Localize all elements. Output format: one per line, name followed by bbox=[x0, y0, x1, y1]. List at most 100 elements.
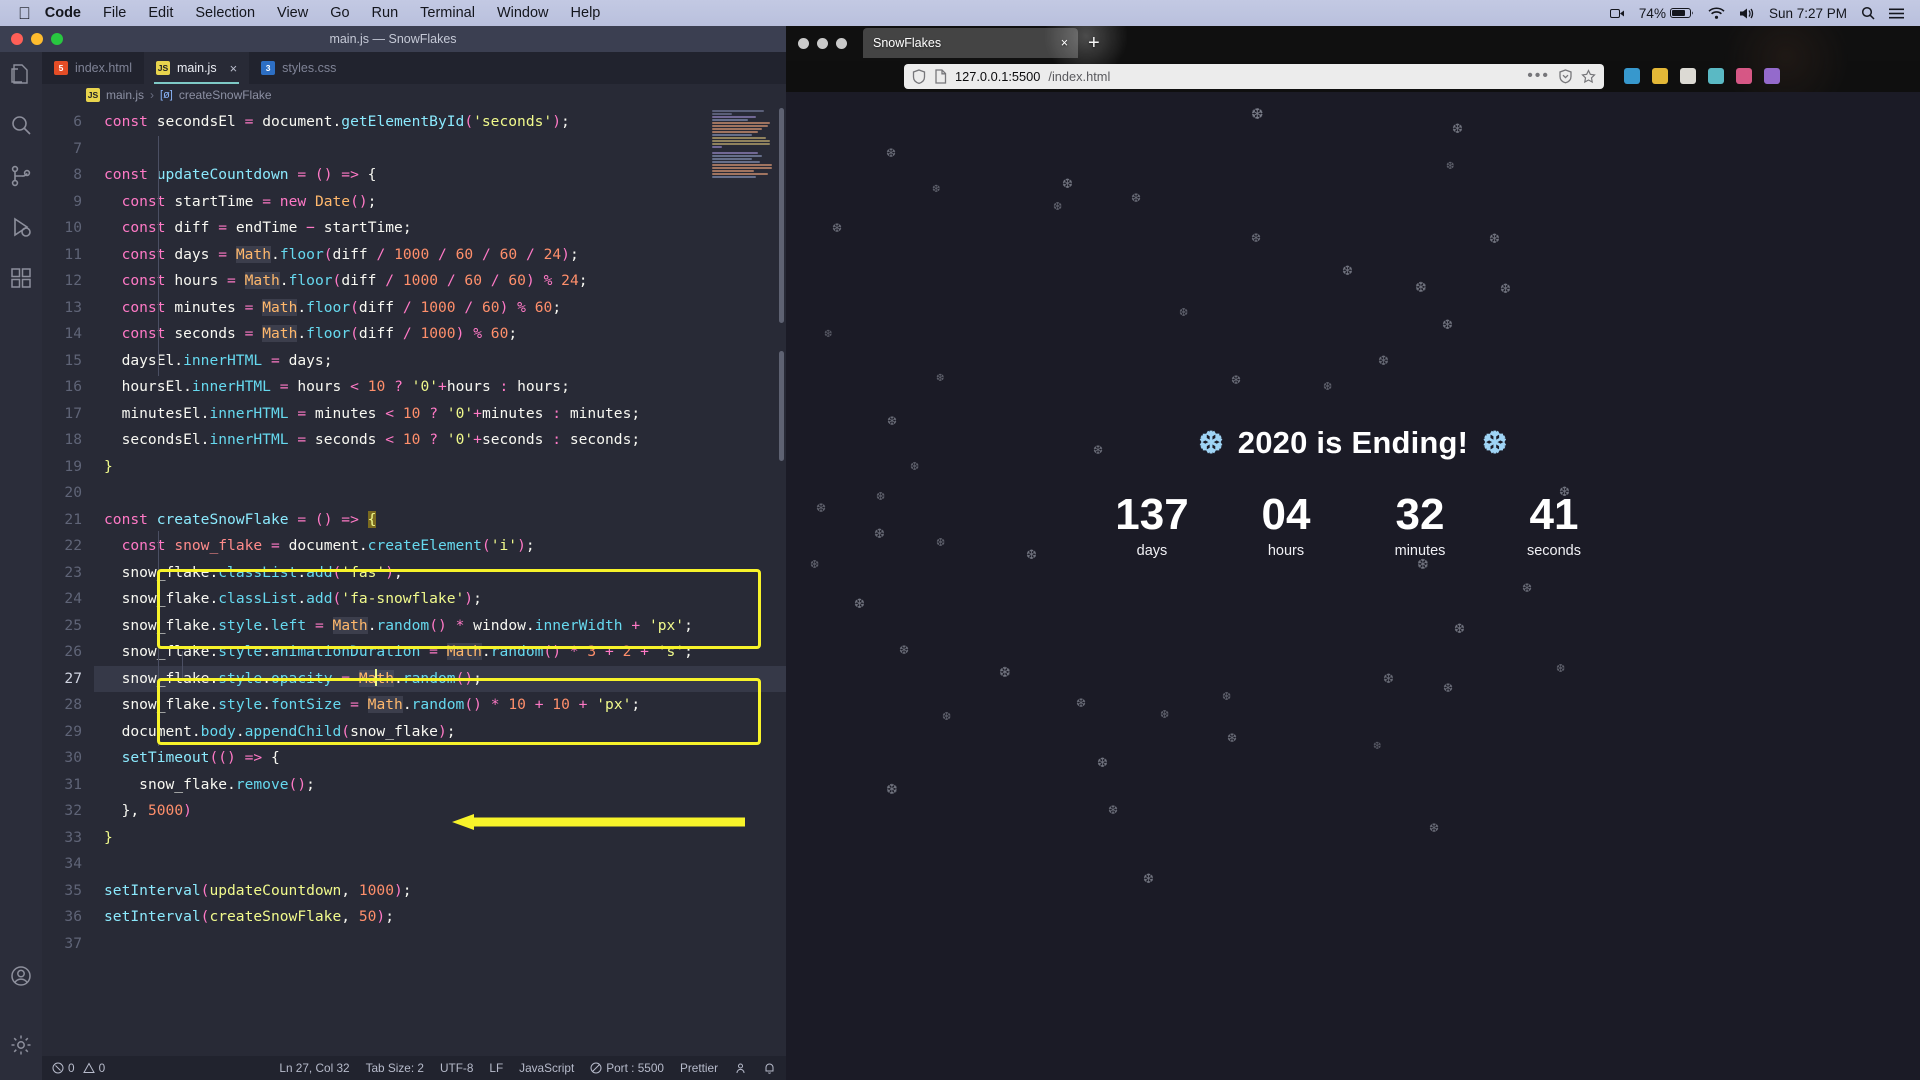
code-line[interactable]: setInterval(updateCountdown, 1000); bbox=[94, 878, 786, 905]
page-actions-icon[interactable]: ••• bbox=[1527, 68, 1550, 83]
code-line[interactable]: snow_flake.style.animationDuration = Mat… bbox=[94, 639, 786, 666]
tab-index-html[interactable]: 5 index.html bbox=[42, 52, 144, 84]
editor-scrollbar-thumb-top[interactable] bbox=[779, 108, 784, 323]
firefox-traffic-lights[interactable] bbox=[786, 37, 847, 49]
code-line[interactable]: const updateCountdown = () => { bbox=[94, 162, 786, 189]
minimap[interactable] bbox=[712, 110, 776, 186]
extension-pink-icon[interactable] bbox=[1736, 68, 1752, 84]
tab-styles-css[interactable]: 3 styles.css bbox=[249, 52, 348, 84]
code-editor[interactable]: 6 7 8 9 10 11 12 13 14 15 16 17 18 19 20 21 22 23 24 25 26 27… bbox=[42, 106, 786, 1056]
snowflake-icon: ❆ bbox=[1556, 663, 1566, 675]
extension-note-icon[interactable] bbox=[1680, 68, 1696, 84]
menu-selection[interactable]: Selection bbox=[195, 5, 255, 21]
menu-edit[interactable]: Edit bbox=[148, 5, 173, 21]
error-count[interactable]: 0 bbox=[52, 1061, 75, 1075]
shield-icon[interactable] bbox=[912, 68, 926, 84]
cursor-position[interactable]: Ln 27, Col 32 bbox=[279, 1061, 349, 1075]
source-control-icon[interactable] bbox=[9, 164, 33, 193]
eol-mode[interactable]: LF bbox=[489, 1061, 503, 1075]
extension-blue-icon[interactable] bbox=[1624, 68, 1640, 84]
breadcrumb-symbol[interactable]: createSnowFlake bbox=[179, 88, 272, 102]
code-line[interactable]: const hours = Math.floor(diff / 1000 / 6… bbox=[94, 268, 786, 295]
code-line[interactable]: setInterval(createSnowFlake, 50); bbox=[94, 904, 786, 931]
code-line[interactable]: daysEl.innerHTML = days; bbox=[94, 348, 786, 375]
close-icon[interactable]: × bbox=[230, 61, 238, 76]
code-line[interactable]: } bbox=[94, 454, 786, 481]
code-line[interactable]: snow_flake.style.opacity = Math.random()… bbox=[94, 665, 786, 692]
close-window-button[interactable] bbox=[798, 37, 809, 49]
run-debug-icon[interactable] bbox=[9, 215, 33, 244]
tab-size[interactable]: Tab Size: 2 bbox=[366, 1061, 424, 1075]
macos-clock[interactable]: Sun 7:27 PM bbox=[1769, 6, 1847, 21]
code-content[interactable]: const secondsEl = document.getElementByI… bbox=[94, 106, 786, 1056]
code-line[interactable]: const snow_flake = document.createElemen… bbox=[94, 533, 786, 560]
live-server-port[interactable]: Port : 5500 bbox=[590, 1061, 664, 1075]
minimize-window-button[interactable] bbox=[817, 37, 828, 49]
menu-terminal[interactable]: Terminal bbox=[420, 5, 475, 21]
spotlight-search-icon[interactable] bbox=[1861, 6, 1875, 20]
close-icon[interactable]: × bbox=[1061, 36, 1068, 50]
code-line[interactable]: const createSnowFlake = () => { bbox=[94, 507, 786, 534]
encoding[interactable]: UTF-8 bbox=[440, 1061, 473, 1075]
reader-pocket-icon[interactable] bbox=[1558, 68, 1573, 84]
code-line[interactable]: snow_flake.classList.add('fa-snowflake')… bbox=[94, 586, 786, 613]
code-line[interactable]: const startTime = new Date(); bbox=[94, 189, 786, 216]
code-line[interactable]: const secondsEl = document.getElementByI… bbox=[94, 109, 786, 136]
browser-tab-snowflakes[interactable]: SnowFlakes × bbox=[863, 28, 1078, 58]
code-line[interactable]: const minutes = Math.floor(diff / 1000 /… bbox=[94, 295, 786, 322]
battery-icon[interactable]: 74% bbox=[1639, 6, 1694, 21]
code-line[interactable]: snow_flake.style.fontSize = Math.random(… bbox=[94, 692, 786, 719]
code-line[interactable] bbox=[94, 136, 786, 163]
editor-scrollbar-thumb-mid[interactable] bbox=[779, 351, 784, 461]
web-page-viewport[interactable]: ❆ ❆ ❆ ❆ ❆ ❆ ❆ ❆ ❆ ❆ ❆ ❆ ❆ ❆ ❆ ❆ ❆ ❆ ❆ ❆ ❆ ❆ ❆ ❆ ❆ ❆ ❆ ❆ ❆ ❆ ❆ ❆ ❆ ❆ ❆ ❆ ❆ ❆ ❆ ❆… bbox=[786, 92, 1920, 1080]
menu-run[interactable]: Run bbox=[372, 5, 399, 21]
wifi-icon[interactable] bbox=[1708, 6, 1725, 20]
maximize-window-button[interactable] bbox=[836, 37, 847, 49]
bookmark-star-icon[interactable] bbox=[1581, 68, 1596, 84]
screen-record-icon[interactable] bbox=[1609, 7, 1625, 20]
control-center-icon[interactable] bbox=[1889, 7, 1904, 20]
language-mode[interactable]: JavaScript bbox=[519, 1061, 574, 1075]
page-icon[interactable] bbox=[934, 68, 947, 84]
url-bar[interactable]: 127.0.0.1:5500/index.html ••• bbox=[904, 63, 1604, 89]
code-line[interactable]: snow_flake.style.left = Math.random() * … bbox=[94, 613, 786, 640]
apple-logo-icon[interactable]:  bbox=[18, 5, 31, 22]
extension-teal-icon[interactable] bbox=[1708, 68, 1724, 84]
volume-icon[interactable] bbox=[1739, 7, 1755, 20]
account-icon[interactable] bbox=[9, 964, 33, 993]
code-line[interactable]: document.body.appendChild(snow_flake); bbox=[94, 719, 786, 746]
code-line[interactable]: snow_flake.remove(); bbox=[94, 772, 786, 799]
extension-purple-icon[interactable] bbox=[1764, 68, 1780, 84]
code-line[interactable] bbox=[94, 851, 786, 878]
code-line[interactable]: snow_flake.classList.add('fas'); bbox=[94, 560, 786, 587]
formatter-prettier[interactable]: Prettier bbox=[680, 1061, 718, 1075]
code-line[interactable]: secondsEl.innerHTML = seconds < 10 ? '0'… bbox=[94, 427, 786, 454]
menu-help[interactable]: Help bbox=[571, 5, 601, 21]
tab-main-js[interactable]: JS main.js × bbox=[143, 52, 250, 84]
menu-file[interactable]: File bbox=[103, 5, 126, 21]
broadcast-icon[interactable] bbox=[734, 1062, 747, 1075]
code-line[interactable]: setTimeout(() => { bbox=[94, 745, 786, 772]
menu-code[interactable]: Code bbox=[45, 5, 81, 21]
code-line[interactable]: const seconds = Math.floor(diff / 1000) … bbox=[94, 321, 786, 348]
code-line[interactable] bbox=[94, 480, 786, 507]
menu-window[interactable]: Window bbox=[497, 5, 549, 21]
bell-icon[interactable] bbox=[763, 1062, 776, 1075]
breadcrumb-file[interactable]: main.js bbox=[106, 88, 144, 102]
code-line[interactable] bbox=[94, 931, 786, 958]
code-line[interactable]: hoursEl.innerHTML = hours < 10 ? '0'+hou… bbox=[94, 374, 786, 401]
tab-title: SnowFlakes bbox=[873, 36, 942, 50]
menu-view[interactable]: View bbox=[277, 5, 308, 21]
new-tab-button[interactable]: + bbox=[1088, 32, 1100, 55]
code-line[interactable]: const days = Math.floor(diff / 1000 / 60… bbox=[94, 242, 786, 269]
settings-gear-icon[interactable] bbox=[9, 1033, 33, 1062]
line-number: 35 bbox=[64, 881, 82, 899]
menu-go[interactable]: Go bbox=[330, 5, 349, 21]
extensions-icon[interactable] bbox=[9, 266, 33, 295]
extension-yellow-icon[interactable] bbox=[1652, 68, 1668, 84]
warning-count[interactable]: 0 bbox=[82, 1061, 105, 1075]
code-line[interactable]: const diff = endTime − startTime; bbox=[94, 215, 786, 242]
explorer-icon[interactable] bbox=[9, 62, 33, 91]
search-icon[interactable] bbox=[9, 113, 33, 142]
code-line[interactable]: minutesEl.innerHTML = minutes < 10 ? '0'… bbox=[94, 401, 786, 428]
